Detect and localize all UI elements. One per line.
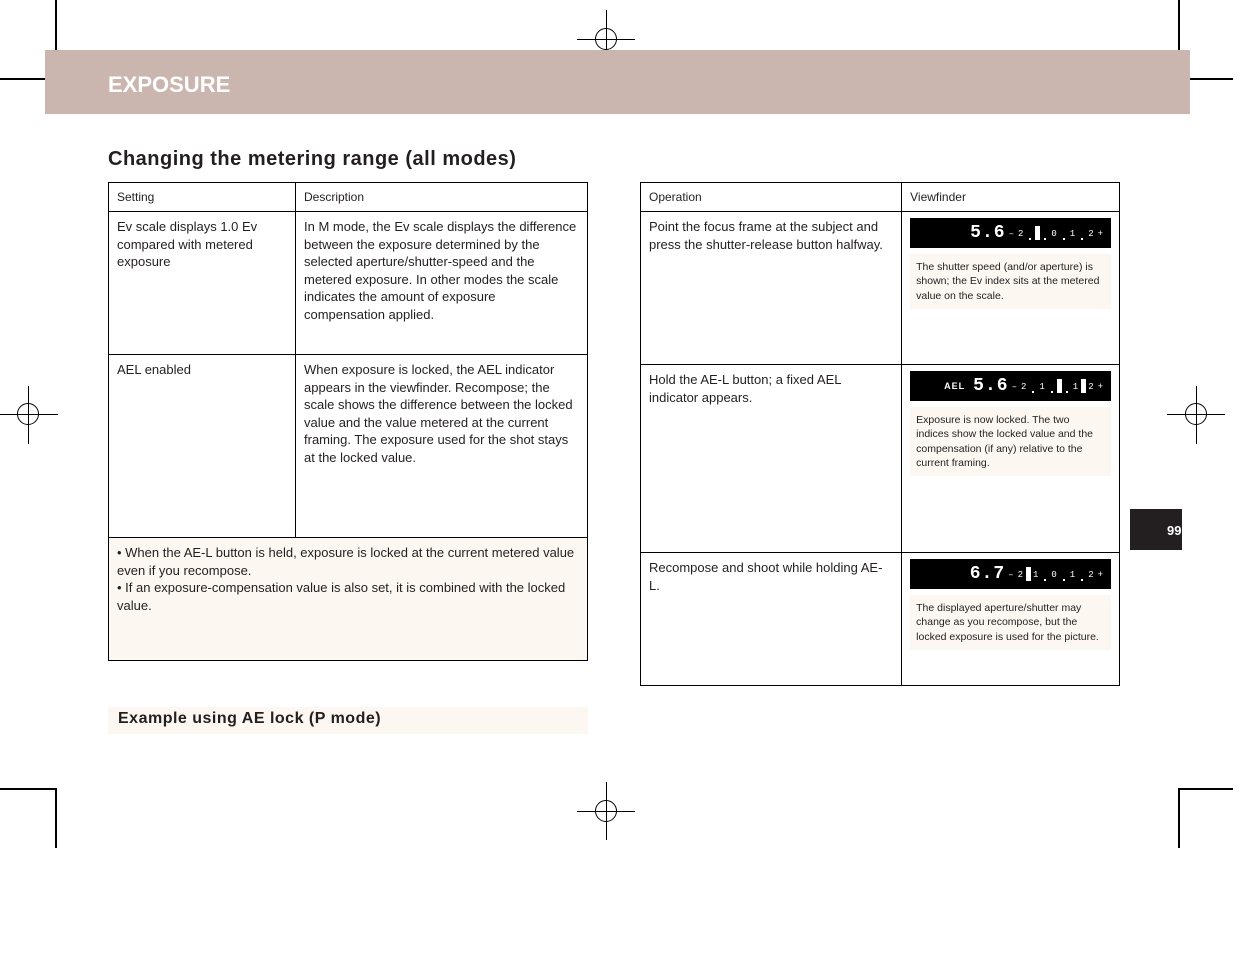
section-heading-bottom: Example using AE lock (P mode) — [118, 710, 381, 728]
page: EXPOSURE 99 Changing the metering range … — [0, 0, 1248, 954]
viewfinder-3-aperture: 6.7 — [970, 562, 1005, 586]
table-right-row3-label: Recompose and shoot while holding AE-L. — [641, 553, 902, 686]
page-number: 99 — [1167, 523, 1181, 538]
viewfinder-1-caption: The shutter speed (and/or aperture) is s… — [910, 254, 1111, 309]
settings-table-left: Setting Description Ev scale displays 1.… — [108, 182, 588, 661]
viewfinder-3-caption: The displayed aperture/shutter may chang… — [910, 595, 1111, 650]
viewfinder-2-caption: Exposure is now locked. The two indices … — [910, 407, 1111, 476]
viewfinder-strip-2: AEL 5.6 –2112+ — [910, 371, 1111, 401]
table-right-row2-viewfinder: AEL 5.6 –2112+ Exposure is now locked. T… — [902, 365, 1120, 553]
table-right-head-1: Operation — [641, 183, 902, 212]
table-right-row3-viewfinder: 6.7 –21012+ The displayed aperture/shutt… — [902, 553, 1120, 686]
viewfinder-1-aperture: 5.6 — [970, 221, 1005, 245]
banner-white-tab — [74, 18, 349, 50]
example-table-right: Operation Viewfinder Point the focus fra… — [640, 182, 1120, 686]
table-left-head-1: Setting — [109, 183, 296, 212]
table-left-head-2: Description — [296, 183, 588, 212]
table-left-row2-label: AEL enabled — [109, 355, 296, 538]
table-left-note: • When the AE-L button is held, exposure… — [109, 538, 588, 661]
viewfinder-2-scale: –2112+ — [1011, 379, 1105, 393]
chapter-banner-title: EXPOSURE — [108, 72, 230, 98]
viewfinder-strip-1: 5.6 –2012+ — [910, 218, 1111, 248]
ael-indicator-icon: AEL — [944, 380, 965, 392]
chapter-banner: EXPOSURE — [45, 50, 1190, 114]
viewfinder-strip-3: 6.7 –21012+ — [910, 559, 1111, 589]
viewfinder-3-scale: –21012+ — [1007, 567, 1105, 581]
table-right-row1-viewfinder: 5.6 –2012+ The shutter speed (and/or ape… — [902, 212, 1120, 365]
viewfinder-1-scale: –2012+ — [1008, 226, 1105, 240]
table-left-row2-desc: When exposure is locked, the AEL indicat… — [296, 355, 588, 538]
table-right-row2-label: Hold the AE-L button; a fixed AEL indica… — [641, 365, 902, 553]
table-right-head-2: Viewfinder — [902, 183, 1120, 212]
table-left-row1-label: Ev scale displays 1.0 Ev compared with m… — [109, 212, 296, 355]
table-left-row1-desc: In M mode, the Ev scale displays the dif… — [296, 212, 588, 355]
table-right-row1-label: Point the focus frame at the subject and… — [641, 212, 902, 365]
viewfinder-2-aperture: 5.6 — [973, 374, 1008, 398]
section-heading-left: Changing the metering range (all modes) — [108, 148, 516, 171]
